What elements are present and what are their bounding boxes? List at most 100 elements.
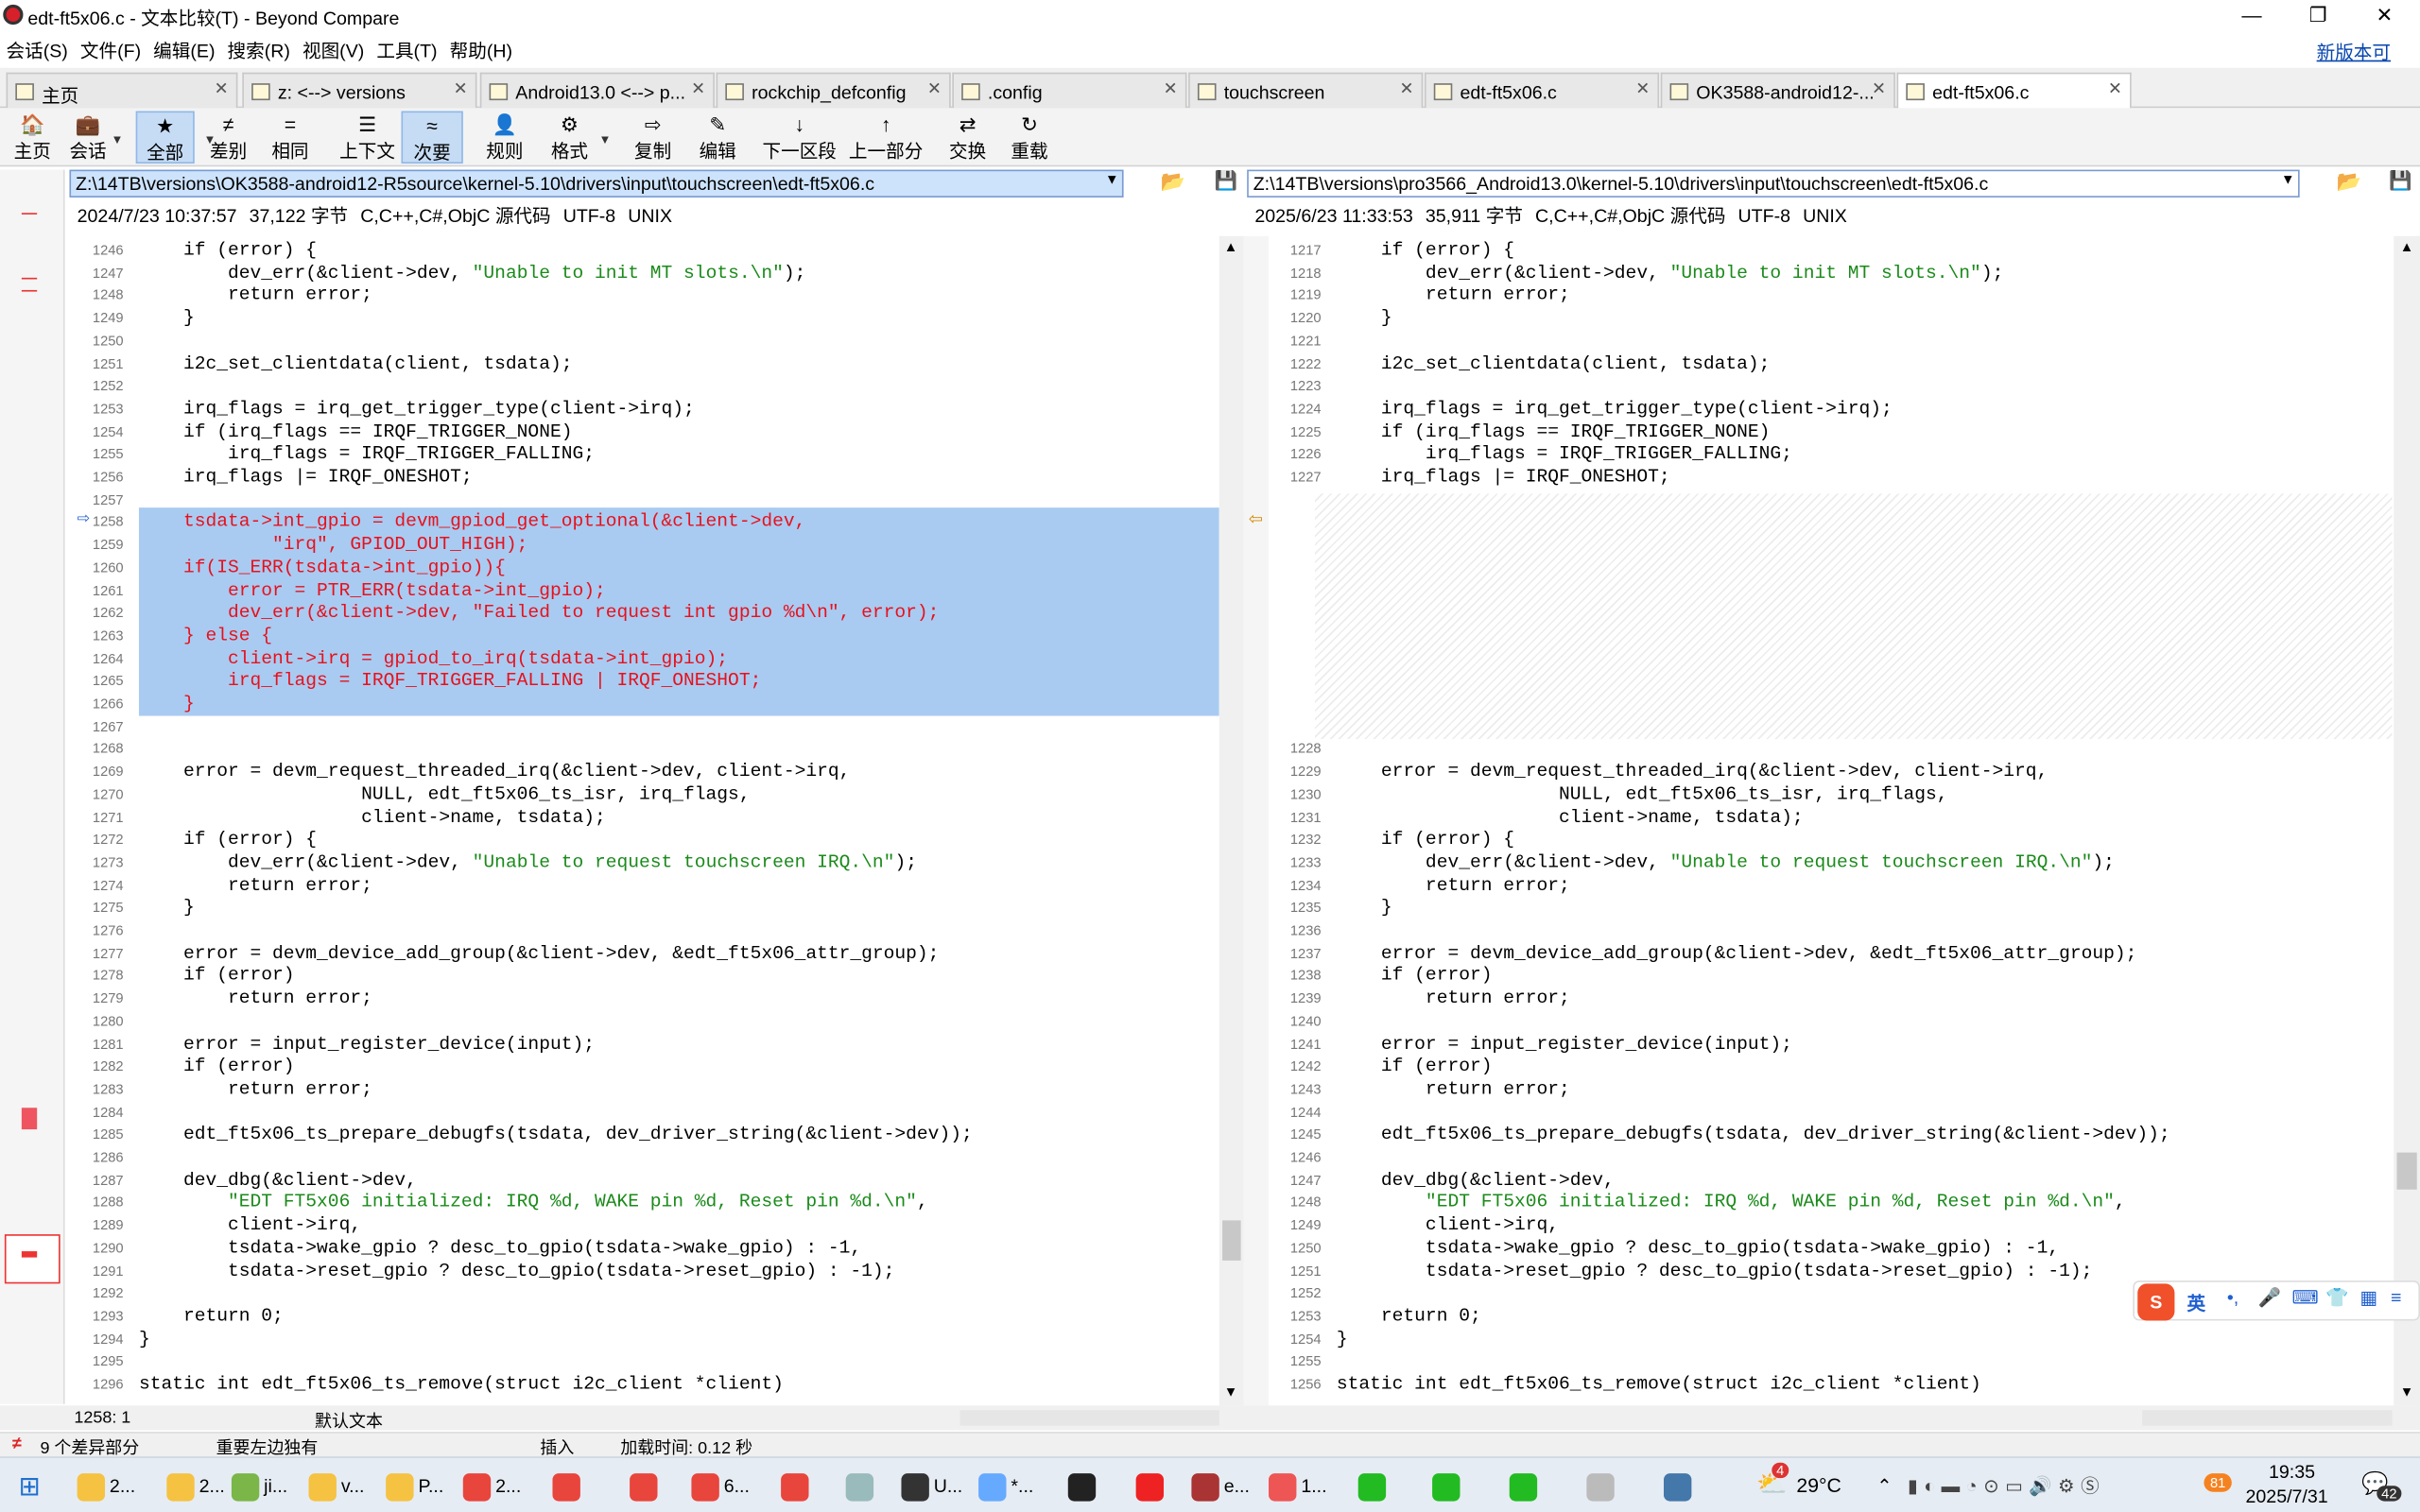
code-line[interactable]: 1261 error = PTR_ERR(tsdata->int_gpio);: [71, 579, 1213, 602]
code-line[interactable]: 1266 }: [71, 693, 1213, 715]
right-path-dropdown-icon[interactable]: ▼: [2281, 171, 2295, 186]
right-scroll-thumb[interactable]: [2396, 1152, 2417, 1190]
code-line[interactable]: 1292: [71, 1282, 1213, 1305]
taskbar-app-0[interactable]: 2...: [77, 1468, 135, 1504]
code-line[interactable]: 1270 NULL, edt_ft5x06_ts_isr, irq_flags,: [71, 783, 1213, 806]
code-line[interactable]: 1248 "EDT FT5x06 initialized: IRQ %d, WA…: [1269, 1192, 2393, 1214]
code-line[interactable]: [1269, 489, 2393, 511]
menu-view[interactable]: 视图(V): [296, 34, 370, 66]
tab-close-icon[interactable]: ✕: [927, 78, 942, 99]
taskbar-app-21[interactable]: [1663, 1468, 1696, 1504]
ime-toolbar[interactable]: S 英 •, 🎤 ⌨ 👕 ▦ ≡: [2133, 1280, 2420, 1321]
taskbar-app-7[interactable]: [630, 1468, 662, 1504]
code-line[interactable]: 1251 i2c_set_clientdata(client, tsdata);: [71, 352, 1213, 375]
code-line[interactable]: 1255: [1269, 1350, 2393, 1373]
code-line[interactable]: 1237 error = devm_device_add_group(&clie…: [1269, 942, 2393, 965]
overview-viewport[interactable]: [4, 1234, 60, 1284]
left-scroll-thumb[interactable]: [1222, 1220, 1241, 1261]
left-file-language[interactable]: C,C++,C#,ObjC 源代码: [360, 205, 550, 227]
code-line[interactable]: 1225 if (irq_flags == IRQF_TRIGGER_NONE): [1269, 421, 2393, 443]
code-line[interactable]: 1279 return error;: [71, 988, 1213, 1010]
code-line[interactable]: 1224 irq_flags = irq_get_trigger_type(cl…: [1269, 398, 2393, 421]
tab-2[interactable]: Android13.0 <--> p... ✕: [479, 72, 715, 109]
code-line[interactable]: 1234 return error;: [1269, 874, 2393, 897]
toolbar-button-1[interactable]: 💼 会话: [65, 112, 112, 164]
code-line[interactable]: 1246 if (error) {: [71, 239, 1213, 262]
code-line[interactable]: 1223: [1269, 375, 2393, 398]
code-line[interactable]: [1269, 693, 2393, 715]
taskbar-app-2[interactable]: ji...: [231, 1468, 287, 1504]
toolbar-button-13[interactable]: ⇄ 交换: [942, 112, 994, 164]
code-line[interactable]: [1269, 602, 2393, 625]
code-line[interactable]: 1294}: [71, 1328, 1213, 1350]
code-line[interactable]: 1248 return error;: [71, 284, 1213, 307]
menu-search[interactable]: 搜索(R): [221, 34, 296, 66]
code-line[interactable]: 1256 irq_flags |= IRQF_ONESHOT;: [71, 466, 1213, 489]
code-line[interactable]: 1260 if(IS_ERR(tsdata->int_gpio)){: [71, 557, 1213, 579]
taskbar-app-8[interactable]: 6...: [691, 1468, 750, 1504]
code-line[interactable]: 1287 dev_dbg(&client->dev,: [71, 1169, 1213, 1192]
taskbar-app-3[interactable]: v...: [308, 1468, 365, 1504]
code-line[interactable]: [1269, 715, 2393, 738]
toolbar-dropdown-icon[interactable]: ▼: [204, 132, 216, 146]
code-line[interactable]: 1296 static int edt_ft5x06_ts_remove(stru…: [71, 1373, 1213, 1396]
code-line[interactable]: 1291 tsdata->reset_gpio ? desc_to_gpio(t…: [71, 1260, 1213, 1282]
tray-icons[interactable]: ▮◐▬◔⊙▭🔊⚙Ⓢ: [1908, 1468, 2105, 1504]
sogou-icon[interactable]: S: [2137, 1283, 2175, 1321]
taskbar-app-18[interactable]: [1432, 1468, 1464, 1504]
copy-arrow-icon[interactable]: ⇦: [1249, 509, 1263, 529]
ime-punct-icon[interactable]: •,: [2227, 1287, 2238, 1309]
code-line[interactable]: [1269, 625, 2393, 647]
taskbar-app-17[interactable]: [1357, 1468, 1391, 1504]
toolbar-button-8[interactable]: ⚙ 格式: [544, 112, 596, 164]
left-save-icon[interactable]: 💾: [1215, 170, 1237, 192]
code-line[interactable]: 1218 dev_err(&client->dev, "Unable to in…: [1269, 262, 2393, 284]
toolbar-dropdown-icon[interactable]: ▼: [112, 132, 124, 146]
code-line[interactable]: [1269, 557, 2393, 579]
code-line[interactable]: 1236: [1269, 919, 2393, 942]
code-line[interactable]: 1221: [1269, 330, 2393, 352]
clock-time[interactable]: 19:35: [2269, 1461, 2315, 1483]
toolbar-button-7[interactable]: 👤 规则: [478, 112, 531, 164]
taskbar-app-20[interactable]: [1586, 1468, 1618, 1504]
tab-3[interactable]: rockchip_defconfig ✕: [716, 72, 951, 109]
code-line[interactable]: [1269, 670, 2393, 693]
tab-close-icon[interactable]: ✕: [1872, 78, 1886, 99]
code-line[interactable]: 1282 if (error): [71, 1056, 1213, 1078]
code-line[interactable]: 1274 return error;: [71, 874, 1213, 897]
tab-close-icon[interactable]: ✕: [1164, 78, 1178, 99]
code-line[interactable]: 1243 return error;: [1269, 1078, 2393, 1101]
code-line[interactable]: 1280: [71, 1010, 1213, 1033]
toolbar-button-12[interactable]: ↑ 上一部分: [846, 112, 926, 164]
code-line[interactable]: 1249 client->irq,: [1269, 1214, 2393, 1237]
microphone-icon[interactable]: 🎤: [2258, 1287, 2281, 1309]
tab-close-icon[interactable]: ✕: [215, 78, 229, 99]
right-horizontal-scrollbar[interactable]: [2142, 1410, 2393, 1426]
code-line[interactable]: 1293 return 0;: [71, 1305, 1213, 1328]
clock-date[interactable]: 2025/7/31: [2246, 1486, 2328, 1507]
code-line[interactable]: 1231 client->name, tsdata);: [1269, 806, 2393, 829]
code-line[interactable]: 1252: [71, 375, 1213, 398]
left-horizontal-scrollbar[interactable]: [959, 1410, 1219, 1426]
taskbar-app-19[interactable]: [1509, 1468, 1542, 1504]
start-button-icon[interactable]: ⊞: [19, 1472, 41, 1503]
tab-close-icon[interactable]: ✕: [1399, 78, 1413, 99]
restore-button[interactable]: ❐: [2286, 0, 2351, 31]
tray-badge[interactable]: 81: [2204, 1473, 2232, 1492]
code-line[interactable]: 1235 }: [1269, 897, 2393, 919]
left-path-input[interactable]: Z:\14TB\versions\OK3588-android12-R5sour…: [69, 169, 1124, 198]
code-line[interactable]: 1250 tsdata->wake_gpio ? desc_to_gpio(ts…: [1269, 1237, 2393, 1260]
code-line[interactable]: 1295: [71, 1350, 1213, 1373]
taskbar-app-15[interactable]: e...: [1191, 1468, 1250, 1504]
code-line[interactable]: 1254 if (irq_flags == IRQF_TRIGGER_NONE): [71, 421, 1213, 443]
toolbar-button-6[interactable]: ≈ 次要: [401, 111, 463, 164]
right-open-folder-icon[interactable]: 📂: [2337, 170, 2361, 195]
code-line[interactable]: 1254}: [1269, 1328, 2393, 1350]
taskbar-app-12[interactable]: *...: [978, 1468, 1033, 1504]
right-code-pane[interactable]: 1217 if (error) {1218 dev_err(&client->d…: [1269, 235, 2393, 1406]
close-button[interactable]: ✕: [2352, 0, 2417, 31]
code-line[interactable]: 1247 dev_dbg(&client->dev,: [1269, 1169, 2393, 1192]
menu-session[interactable]: 会话(S): [0, 34, 74, 66]
code-line[interactable]: 1285 edt_ft5x06_ts_prepare_debugfs(tsdat…: [71, 1124, 1213, 1146]
code-line[interactable]: 1251 tsdata->reset_gpio ? desc_to_gpio(t…: [1269, 1260, 2393, 1282]
